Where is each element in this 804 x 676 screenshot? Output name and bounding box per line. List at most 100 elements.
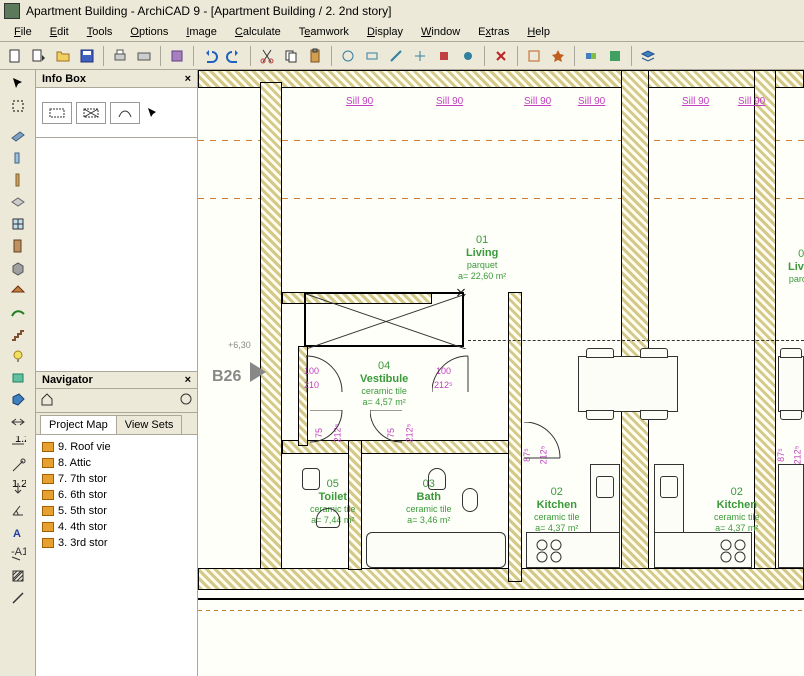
angle-dim-tool[interactable] [4,500,32,520]
svg-text:1.2: 1.2 [15,436,26,445]
navigator-tree[interactable]: 9. Roof vie 8. Attic 7. 7th stor 6. 6th … [36,435,197,676]
infobox-geometry-a[interactable] [42,102,72,124]
radial-dim-tool[interactable] [4,456,32,476]
new-dropdown[interactable] [28,45,50,67]
view-a-button[interactable] [580,45,602,67]
folder-icon [42,474,54,484]
label-tool[interactable]: -A1 [4,544,32,564]
room-label-living2: 01 Living parquet [788,248,804,285]
hob [534,538,564,567]
navigator-home-icon[interactable] [40,392,54,409]
menu-options[interactable]: Options [122,24,176,40]
infobox-geometry-c[interactable] [110,102,140,124]
navigator-settings-icon[interactable] [179,392,193,409]
redo-button[interactable] [223,45,245,67]
arrow-tool[interactable] [4,74,32,94]
menu-image[interactable]: Image [178,24,225,40]
cut-button[interactable] [256,45,278,67]
tool-f-button[interactable] [457,45,479,67]
menu-tools[interactable]: Tools [79,24,121,40]
infobox-close-icon[interactable]: × [185,73,191,85]
chair [640,410,668,420]
chair [586,410,614,420]
wall-tool[interactable] [4,126,32,146]
list-item[interactable]: 7. 7th stor [42,471,191,487]
object-tool[interactable] [4,258,32,278]
copy-button[interactable] [280,45,302,67]
marquee-tool[interactable] [4,96,32,116]
folder-icon [42,490,54,500]
table [778,356,804,412]
column-tool[interactable] [4,148,32,168]
paste-button[interactable] [304,45,326,67]
sill-label: Sill 90 [578,96,605,107]
tab-view-sets[interactable]: View Sets [116,415,183,434]
settings-a-button[interactable] [523,45,545,67]
menu-edit[interactable]: Edit [42,24,77,40]
window-tool[interactable] [4,214,32,234]
tool-b-button[interactable] [361,45,383,67]
print-button[interactable] [109,45,131,67]
list-item[interactable]: 3. 3rd stor [42,535,191,551]
menu-calculate[interactable]: Calculate [227,24,289,40]
wall-segment [260,82,282,582]
new-button[interactable] [4,45,26,67]
open-button[interactable] [52,45,74,67]
tool-c-button[interactable] [385,45,407,67]
plotmaker-button[interactable] [166,45,188,67]
menu-file[interactable]: File [6,24,40,40]
line-tool[interactable] [4,588,32,608]
slab-tool[interactable] [4,192,32,212]
roof-tool[interactable] [4,280,32,300]
list-item[interactable]: 4. 4th stor [42,519,191,535]
menu-window[interactable]: Window [413,24,468,40]
infobox-geometry-b[interactable] [76,102,106,124]
door-arc [524,422,564,465]
dimension-tool[interactable]: 1.2 [4,434,32,454]
hatch-tool[interactable] [4,566,32,586]
sill-label: Sill 90 [524,96,551,107]
wall-line [198,598,804,600]
list-item[interactable]: 5. 5th stor [42,503,191,519]
stair-tool[interactable] [4,324,32,344]
section-tool[interactable] [4,412,32,432]
view-b-button[interactable] [604,45,626,67]
fill-tool[interactable] [4,390,32,410]
floor-plan-canvas[interactable]: Sill 90 Sill 90 Sill 90 Sill 90 Sill 90 … [198,70,804,676]
door-arc [370,410,406,449]
menu-display[interactable]: Display [359,24,411,40]
counter [778,464,804,568]
chair [780,410,802,420]
tool-e-button[interactable] [433,45,455,67]
navigator-close-icon[interactable]: × [185,374,191,386]
tool-d-button[interactable] [409,45,431,67]
mesh-tool[interactable] [4,302,32,322]
infobox-body [36,88,197,138]
tool-a-button[interactable] [337,45,359,67]
list-item[interactable]: 6. 6th stor [42,487,191,503]
settings-b-button[interactable] [547,45,569,67]
undo-button[interactable] [199,45,221,67]
save-button[interactable] [76,45,98,67]
list-item[interactable]: 8. Attic [42,455,191,471]
menu-extras[interactable]: Extras [470,24,517,40]
sill-label: Sill 90 [682,96,709,107]
layers-button[interactable] [637,45,659,67]
beam-tool[interactable] [4,170,32,190]
menu-help[interactable]: Help [519,24,558,40]
navigator-header: Navigator × [36,371,197,389]
delete-button[interactable] [490,45,512,67]
menu-teamwork[interactable]: Teamwork [291,24,357,40]
list-item[interactable]: 9. Roof vie [42,439,191,455]
infobox-arrow-icon[interactable] [144,104,162,122]
tab-project-map[interactable]: Project Map [40,415,117,434]
basin [428,468,446,490]
room-label-kitchen1: 02 Kitchen ceramic tile a= 4,37 m² [534,486,580,534]
door-tool[interactable] [4,236,32,256]
navigator-toolbar [36,389,197,413]
lamp-tool[interactable] [4,346,32,366]
zone-tool[interactable] [4,368,32,388]
level-dim-tool[interactable]: 1.2 [4,478,32,498]
plot-button[interactable] [133,45,155,67]
text-tool[interactable]: A [4,522,32,542]
